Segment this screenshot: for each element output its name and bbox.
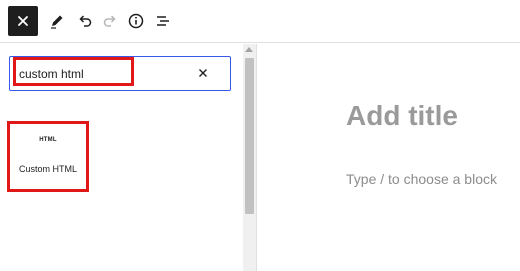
list-view-button[interactable] — [150, 8, 176, 34]
info-icon — [128, 13, 144, 29]
inserter-scrollbar[interactable] — [243, 44, 256, 271]
close-icon — [199, 69, 207, 77]
undo-icon — [79, 15, 92, 27]
pencil-icon — [51, 15, 63, 29]
post-title-input[interactable]: Add title — [346, 100, 458, 132]
list-view-icon — [157, 16, 169, 26]
close-icon — [18, 16, 28, 26]
clear-search-button[interactable] — [196, 66, 210, 80]
search-highlight-box — [13, 57, 134, 86]
block-inserter-panel: custom html HTML Custom HTML — [0, 44, 257, 271]
redo-icon — [103, 15, 116, 27]
undo-button[interactable] — [72, 8, 98, 34]
editor-canvas: Add title Type / to choose a block — [258, 44, 520, 271]
tools-button[interactable] — [44, 8, 70, 34]
redo-button[interactable] — [97, 8, 123, 34]
top-toolbar — [0, 0, 520, 43]
details-button[interactable] — [123, 8, 149, 34]
close-inserter-button[interactable] — [8, 6, 38, 36]
default-block-appender[interactable]: Type / to choose a block — [346, 171, 497, 187]
scrollbar-thumb[interactable] — [245, 58, 254, 214]
scroll-up-arrow-icon[interactable] — [245, 47, 253, 52]
block-item-highlight-box — [7, 121, 89, 192]
